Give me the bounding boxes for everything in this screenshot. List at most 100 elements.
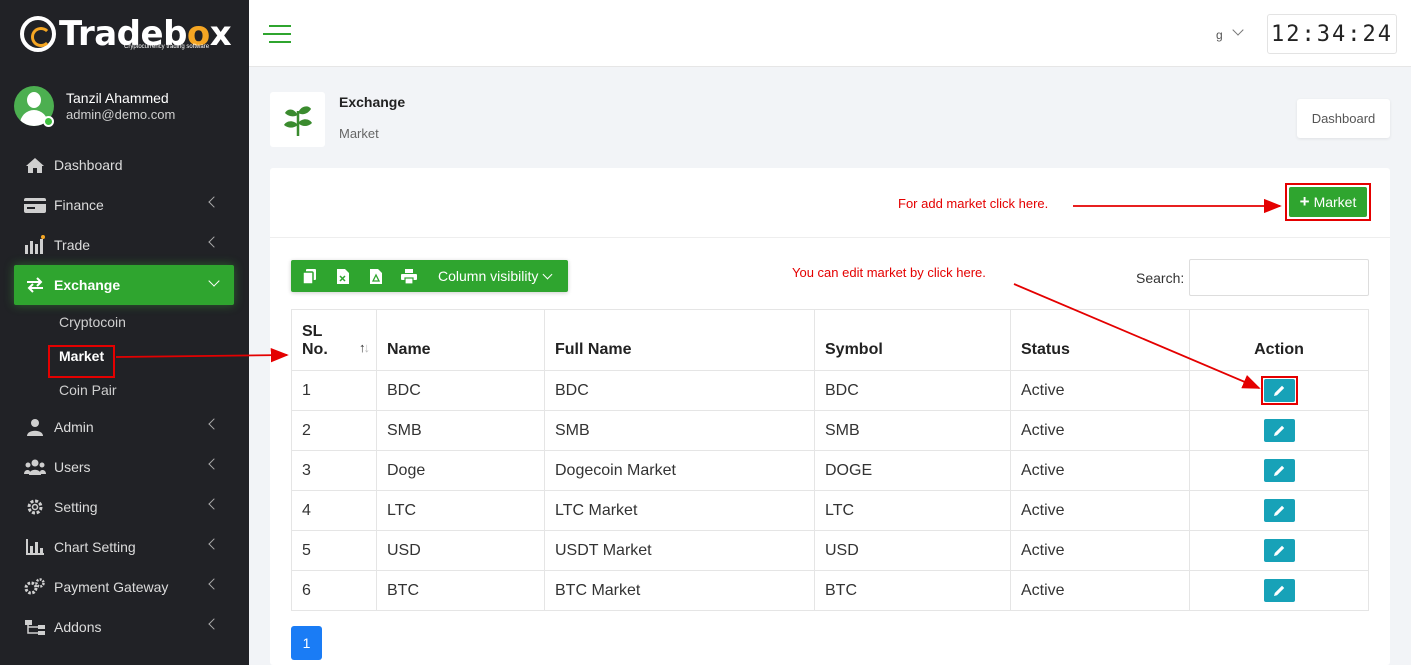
cell-sl: 1 <box>291 370 377 411</box>
cell-action <box>1189 410 1369 451</box>
add-market-button[interactable]: + Market <box>1289 187 1367 217</box>
edit-market-annotation: You can edit market by click here. <box>792 265 986 280</box>
cell-name: Doge <box>376 450 545 491</box>
pagination-page-1[interactable]: 1 <box>291 626 322 660</box>
cell-full-name: USDT Market <box>544 530 815 571</box>
chevron-left-icon <box>208 538 220 550</box>
pdf-button[interactable] <box>359 260 392 292</box>
excel-icon <box>336 268 349 284</box>
chevron-left-icon <box>208 236 220 248</box>
add-market-highlight: + Market <box>1285 183 1371 221</box>
cell-symbol: USD <box>814 530 1011 571</box>
sidebar-item-admin[interactable]: Admin <box>14 407 234 447</box>
online-status-indicator <box>43 116 54 127</box>
sidebar-subitem-coin-pair[interactable]: Coin Pair <box>14 373 234 407</box>
chevron-left-icon <box>208 196 220 208</box>
edit-button[interactable] <box>1263 499 1295 522</box>
table-row: 4 LTC LTC Market LTC Active <box>291 490 1369 531</box>
excel-button[interactable] <box>326 260 359 292</box>
cell-symbol: SMB <box>814 410 1011 451</box>
cell-full-name: LTC Market <box>544 490 815 531</box>
cell-full-name: BTC Market <box>544 570 815 611</box>
search-label: Search: <box>1136 270 1185 286</box>
cell-name: BDC <box>376 370 545 411</box>
cell-sl: 6 <box>291 570 377 611</box>
edit-button[interactable] <box>1263 379 1295 402</box>
page-title: Exchange <box>339 94 406 110</box>
market-card: + Market Column visibility Search: SL No.… <box>270 168 1390 665</box>
cell-full-name: SMB <box>544 410 815 451</box>
table-row: 5 USD USDT Market USD Active <box>291 530 1369 571</box>
chevron-left-icon <box>208 418 220 430</box>
digital-clock: 12:34:24 <box>1267 14 1397 54</box>
chevron-down-icon[interactable] <box>1232 24 1244 36</box>
edit-button[interactable] <box>1263 579 1295 602</box>
gear-icon <box>24 498 46 516</box>
cell-status: Active <box>1010 410 1190 451</box>
user-email: admin@demo.com <box>66 107 176 122</box>
edit-button[interactable] <box>1263 539 1295 562</box>
language-selector[interactable]: g <box>1216 28 1223 42</box>
column-visibility-button[interactable]: Column visibility <box>438 268 553 284</box>
table-row: 3 Doge Dogecoin Market DOGE Active <box>291 450 1369 491</box>
pencil-icon <box>1274 385 1285 396</box>
cell-status: Active <box>1010 530 1190 571</box>
pdf-icon <box>369 268 382 284</box>
card-header: + Market <box>270 168 1390 238</box>
sidebar-item-addons[interactable]: Addons <box>14 607 234 647</box>
cell-name: SMB <box>376 410 545 451</box>
sort-asc-icon: ↑↓ <box>359 340 370 355</box>
sidebar-item-setting[interactable]: Setting <box>14 487 234 527</box>
column-header-name[interactable]: Name <box>376 309 545 371</box>
edit-highlight <box>1260 376 1298 405</box>
page-subtitle: Market <box>339 126 379 141</box>
cell-symbol: BTC <box>814 570 1011 611</box>
page-leaf-icon <box>270 92 325 147</box>
cell-sl: 5 <box>291 530 377 571</box>
sidebar-item-users[interactable]: Users <box>14 447 234 487</box>
print-button[interactable] <box>392 260 425 292</box>
cell-name: USD <box>376 530 545 571</box>
edit-button[interactable] <box>1263 419 1295 442</box>
sidebar-item-payment-gateway[interactable]: Payment Gateway <box>14 567 234 607</box>
sidebar-subitem-market[interactable]: Market <box>14 339 234 373</box>
cell-status: Active <box>1010 490 1190 531</box>
chevron-left-icon <box>208 618 220 630</box>
cell-full-name: Dogecoin Market <box>544 450 815 491</box>
column-header-symbol[interactable]: Symbol <box>814 309 1011 371</box>
dashboard-button[interactable]: Dashboard <box>1297 99 1390 138</box>
sidebar-item-dashboard[interactable]: Dashboard <box>14 145 234 185</box>
sidebar-subitem-cryptocoin[interactable]: Cryptocoin <box>14 305 234 339</box>
copy-button[interactable] <box>293 260 326 292</box>
pencil-icon <box>1274 465 1285 476</box>
cell-status: Active <box>1010 370 1190 411</box>
chevron-down-icon <box>542 269 553 279</box>
sidebar-item-trade[interactable]: Trade <box>14 225 234 265</box>
sidebar-item-exchange[interactable]: Exchange <box>14 265 234 305</box>
cell-action <box>1189 570 1369 611</box>
bar-chart-icon <box>24 538 46 556</box>
menu-toggle-icon[interactable] <box>263 25 291 43</box>
user-profile[interactable]: Tanzil Ahammed admin@demo.com <box>14 86 176 127</box>
copy-icon <box>303 268 316 284</box>
market-table: SL No. ↑↓ Name Full Name Symbol Status Act… <box>291 309 1369 611</box>
credit-card-icon <box>24 196 46 214</box>
admin-user-icon <box>24 418 46 436</box>
logo-icon <box>20 16 56 52</box>
cell-symbol: BDC <box>814 370 1011 411</box>
cell-status: Active <box>1010 450 1190 491</box>
edit-button[interactable] <box>1263 459 1295 482</box>
column-header-action[interactable]: Action <box>1189 309 1369 371</box>
cell-sl: 2 <box>291 410 377 451</box>
column-header-full-name[interactable]: Full Name <box>544 309 815 371</box>
table-row: 6 BTC BTC Market BTC Active <box>291 570 1369 611</box>
sidebar-item-finance[interactable]: Finance <box>14 185 234 225</box>
table-header-row: SL No. ↑↓ Name Full Name Symbol Status Act… <box>291 309 1369 371</box>
chevron-down-icon <box>208 275 220 287</box>
column-header-sl[interactable]: SL No. ↑↓ <box>291 309 377 371</box>
pencil-icon <box>1274 425 1285 436</box>
search-input[interactable] <box>1189 259 1369 296</box>
sidebar-item-chart-setting[interactable]: Chart Setting <box>14 527 234 567</box>
column-header-status[interactable]: Status <box>1010 309 1190 371</box>
sidebar-nav: Dashboard Finance Trade Exchange Cryptoc… <box>14 145 234 647</box>
